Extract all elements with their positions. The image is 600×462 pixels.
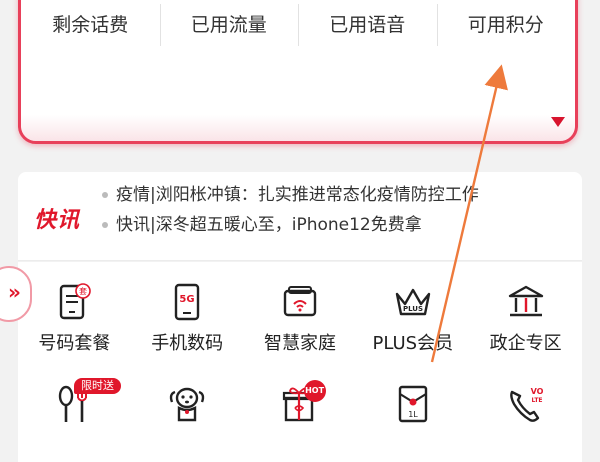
smart-home-icon (283, 286, 317, 317)
news-item[interactable]: 疫情|浏阳枨冲镇：扎实推进常态化疫情防控工作 (102, 180, 479, 210)
service-row: 套 号码套餐 5G 手机数码 智慧家庭 PLUS PLUS会员 政企专区 (18, 282, 582, 356)
plus-crown-icon: PLUS (395, 288, 430, 316)
card-bottom-gradient (21, 115, 575, 141)
plus-glyph: PLUS (403, 305, 423, 313)
5g-phone-icon: 5G (174, 283, 200, 321)
service-label: 号码套餐 (38, 333, 111, 354)
service-number-plans[interactable]: 套 号码套餐 (18, 282, 131, 356)
volte-vo-glyph: VO (530, 387, 543, 396)
service-volte[interactable]: VO LTE (469, 382, 582, 426)
service-label: 手机数码 (151, 333, 224, 354)
hot-badge: HOT (303, 380, 326, 402)
service-label: 政企专区 (489, 333, 562, 354)
service-mascot[interactable] (131, 382, 244, 426)
service-red-envelope[interactable]: 1L (356, 382, 469, 426)
red-envelope-icon: 1L (398, 385, 427, 423)
envelope-glyph: 1L (408, 410, 418, 419)
news-list: 疫情|浏阳枨冲镇：扎实推进常态化疫情防控工作 快讯|深冬超五暖心至，iPhone… (102, 180, 479, 240)
limited-badge: 限时送 (74, 378, 121, 394)
tab-remaining-balance[interactable]: 剩余话费 (21, 10, 160, 40)
stats-tab-row: 剩余话费 已用流量 已用语音 可用积分 (21, 4, 576, 46)
service-label: 智慧家庭 (263, 333, 336, 354)
news-ticker: 快讯 疫情|浏阳枨冲镇：扎实推进常态化疫情防控工作 快讯|深冬超五暖心至，iPh… (18, 172, 582, 261)
service-grid: 套 号码套餐 5G 手机数码 智慧家庭 PLUS PLUS会员 政企专区 限时送… (18, 262, 582, 462)
tab-available-points[interactable]: 可用积分 (436, 4, 576, 46)
sim-card-icon: 套 (60, 283, 92, 320)
bullet-dot-icon (102, 222, 108, 228)
volte-phone-icon: VO LTE (509, 387, 543, 422)
dog-mascot-icon (170, 387, 205, 422)
news-item-text: 快讯|深冬超五暖心至，iPhone12免费拿 (116, 215, 422, 235)
account-stats-card: 剩余话费 已用流量 已用语音 可用积分 (18, 0, 578, 144)
service-row: 限时送 HOT 1L VO LTE (18, 378, 582, 426)
tab-used-data[interactable]: 已用流量 (159, 4, 299, 46)
news-item[interactable]: 快讯|深冬超五暖心至，iPhone12免费拿 (102, 210, 479, 240)
sim-badge-glyph: 套 (79, 286, 87, 296)
expand-triangle-icon[interactable] (551, 117, 565, 127)
tab-used-voice[interactable]: 已用语音 (298, 4, 437, 46)
service-enterprise-zone[interactable]: 政企专区 (469, 282, 582, 356)
bullet-dot-icon (102, 192, 108, 198)
service-label: PLUS会员 (372, 333, 454, 354)
service-food-promo[interactable]: 限时送 (18, 378, 131, 426)
service-smart-home[interactable]: 智慧家庭 (244, 282, 357, 356)
service-plus-membership[interactable]: PLUS PLUS会员 (356, 282, 469, 356)
service-phones-digital[interactable]: 5G 手机数码 (131, 282, 244, 356)
government-building-icon (508, 285, 543, 317)
5g-glyph: 5G (180, 294, 195, 305)
service-gift[interactable]: HOT (244, 380, 357, 426)
news-item-text: 疫情|浏阳枨冲镇：扎实推进常态化疫情防控工作 (116, 185, 479, 205)
double-chevron-right-icon: » (8, 280, 21, 304)
news-logo: 快讯 (34, 208, 81, 233)
volte-lte-glyph: LTE (531, 397, 542, 404)
